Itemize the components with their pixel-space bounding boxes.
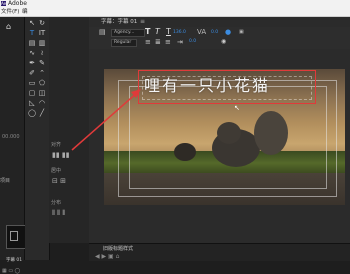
clipped-corner-icon[interactable]: ⬠ xyxy=(38,79,46,87)
show-background-icon[interactable]: ▣ xyxy=(239,29,244,35)
delete-anchor-icon[interactable]: ✎ xyxy=(38,59,46,67)
project-panel: ⌂ 00.000 项目 字幕 01 ▦ ▭ ◯ xyxy=(0,17,26,274)
center-buttons-icon[interactable]: ⊟ ⊞ xyxy=(52,177,66,185)
selection-tool-icon[interactable]: ↖ xyxy=(28,19,36,27)
path-type-icon[interactable]: ∿ xyxy=(28,49,36,57)
tools-panel: ↖ ↻ T ⅠT ▤ ▥ ∿ ≀ ✒ ✎ ✐ ⌃ ▭ ⬠ ▢ ◫ ◺ ◠ ◯ ╱ xyxy=(25,17,50,260)
timecode-label: 00.000 xyxy=(2,134,20,140)
align-left-icon[interactable]: ≡ xyxy=(145,38,151,46)
rotation-tool-icon[interactable]: ↻ xyxy=(38,19,46,27)
title-bar xyxy=(0,0,350,8)
align-label: 对齐 xyxy=(51,142,62,148)
vertical-type-icon[interactable]: ⅠT xyxy=(38,29,46,37)
text-properties-bar: ▤ Agency... T T T 136.0 VA 0.0 ● ▣ Regul… xyxy=(89,27,350,49)
convert-anchor-icon[interactable]: ⌃ xyxy=(38,69,46,77)
styles-toolbar: ◀ ▶ ▣ ⌂ xyxy=(95,253,120,260)
kerning-icon[interactable]: VA xyxy=(197,28,206,36)
pen-tool-icon[interactable]: ✒ xyxy=(28,59,36,67)
type-tool-icon[interactable]: T xyxy=(28,29,36,37)
add-anchor-icon[interactable]: ✐ xyxy=(28,69,36,77)
vertical-path-type-icon[interactable]: ≀ xyxy=(38,49,46,57)
area-type-icon[interactable]: ▤ xyxy=(28,39,36,47)
roll-crawl-icon[interactable]: ▤ xyxy=(99,28,106,36)
rounded-corner-icon[interactable]: ◫ xyxy=(38,89,46,97)
kerning-value[interactable]: 0.0 xyxy=(211,30,218,35)
underline-icon[interactable]: T xyxy=(166,27,171,36)
align-right-icon[interactable]: ≡ xyxy=(165,38,171,46)
eye-icon[interactable]: ◉ xyxy=(221,38,226,45)
center-label: 居中 xyxy=(51,168,62,174)
align-center-icon[interactable]: ≣ xyxy=(155,38,161,46)
thumbnail-label: 字幕 01 xyxy=(6,258,23,263)
distribute-buttons-icon[interactable]: ⫴ ⫴ ⫴ xyxy=(52,209,65,218)
tab-menu-icon[interactable]: ≡ xyxy=(140,17,145,27)
align-buttons-icon[interactable]: ▮▮ ▮▮ xyxy=(52,151,70,159)
cursor-icon: ↖ xyxy=(234,104,240,112)
align-panel: 对齐 居中 分布 ▮▮ ▮▮ ⊟ ⊞ ⫴ ⫴ ⫴ xyxy=(49,17,90,243)
highlight-box xyxy=(138,70,316,104)
rounded-rect-icon[interactable]: ▢ xyxy=(28,89,36,97)
size-value[interactable]: 136.0 xyxy=(173,30,186,35)
bold-icon[interactable]: T xyxy=(145,27,150,36)
styles-label: 旧版标题样式 xyxy=(103,246,134,252)
home-icon[interactable]: ⌂ xyxy=(6,22,11,31)
project-label: 项目 xyxy=(0,178,11,184)
line-tool-icon[interactable]: ╱ xyxy=(38,109,46,117)
font-family-dropdown[interactable]: Agency... xyxy=(111,29,145,37)
tracking-icon[interactable]: ● xyxy=(225,28,231,36)
styles-panel: 旧版标题样式 ◀ ▶ ▣ ⌂ xyxy=(89,243,350,261)
tab-stops-icon[interactable]: ⇥ xyxy=(177,38,183,46)
wedge-tool-icon[interactable]: ◺ xyxy=(28,99,36,107)
distribute-label: 分布 xyxy=(51,200,62,206)
rectangle-tool-icon[interactable]: ▭ xyxy=(28,79,36,87)
menu-bar: 文件(F) 编 xyxy=(0,8,350,17)
italic-icon[interactable]: T xyxy=(155,27,160,36)
vertical-area-type-icon[interactable]: ▥ xyxy=(38,39,46,47)
tracking-value[interactable]: 0.0 xyxy=(189,39,196,44)
arc-tool-icon[interactable]: ◠ xyxy=(38,99,46,107)
menu-file[interactable]: 文件(F) xyxy=(1,8,19,16)
app-logo-icon: Ae xyxy=(1,1,7,6)
ellipse-tool-icon[interactable]: ◯ xyxy=(28,109,36,117)
clip-icon xyxy=(10,231,18,241)
tab-title[interactable]: 字幕：字幕 01 xyxy=(101,17,137,27)
menu-edit[interactable]: 编 xyxy=(22,8,28,16)
app-title: Adobe xyxy=(8,0,27,7)
font-style-dropdown[interactable]: Regular xyxy=(111,39,137,47)
panel-footer-icons: ▦ ▭ ◯ xyxy=(2,268,21,274)
